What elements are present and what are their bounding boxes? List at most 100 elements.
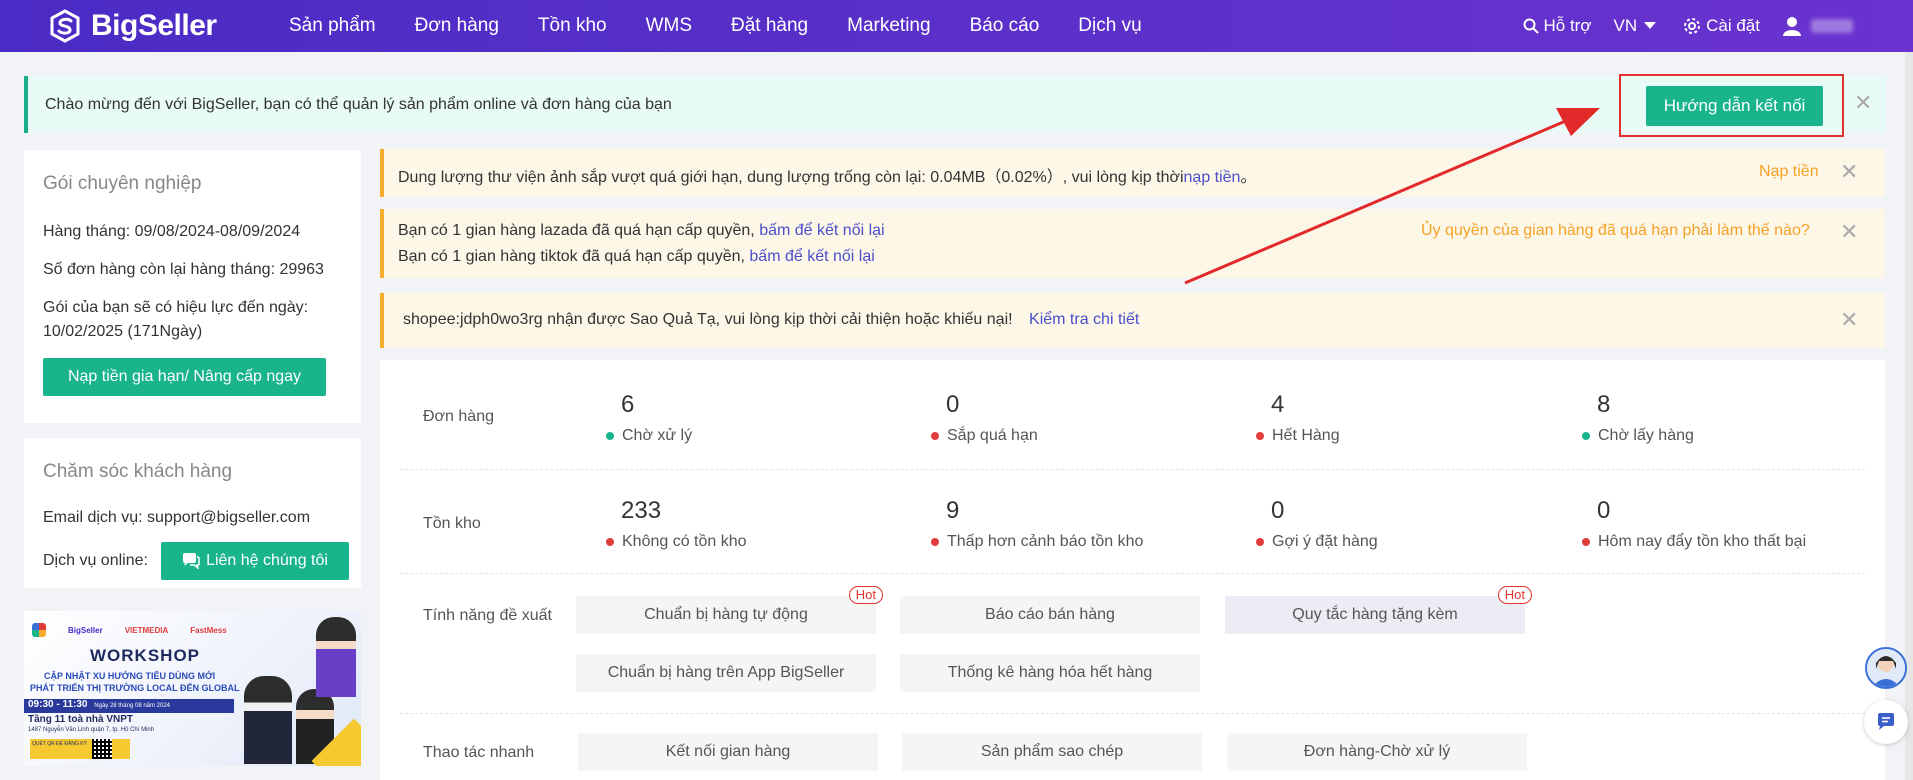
support-agent-avatar[interactable] — [1865, 647, 1907, 689]
inventory-reorder-label[interactable]: Gợi ý đặt hàng — [1256, 533, 1378, 551]
promo-logo-bigseller: BigSeller — [68, 626, 103, 635]
topup-inline-link[interactable]: nạp tiền — [1184, 169, 1241, 186]
plan-title: Gói chuyên nghiệp — [43, 173, 202, 194]
promo-register: QUÉT QR ĐỂ ĐĂNG KÝ — [32, 741, 87, 747]
orders-out-of-stock-text: Hết Hàng — [1272, 427, 1340, 444]
orders-awaiting-pickup-text: Chờ lấy hàng — [1598, 427, 1694, 444]
care-email: Email dịch vụ: support@bigseller.com — [43, 509, 311, 526]
qr-code-icon — [92, 739, 112, 759]
nav-item-reports[interactable]: Báo cáo — [970, 15, 1040, 37]
chat-widget-button[interactable] — [1864, 700, 1908, 744]
inventory-low-stock-count[interactable]: 9 — [946, 497, 959, 525]
orders-pending-count[interactable]: 6 — [621, 391, 634, 419]
gear-icon — [1684, 18, 1701, 34]
bigseller-logo[interactable]: BigSeller — [47, 8, 257, 44]
plan-remaining: Số đơn hàng còn lại hàng tháng: 29963 — [43, 261, 324, 278]
orders-near-due-count[interactable]: 0 — [946, 391, 959, 419]
inventory-no-stock-label[interactable]: Không có tồn kho — [606, 533, 747, 551]
close-icon[interactable]: ✕ — [1840, 222, 1858, 244]
nav-item-inventory[interactable]: Tồn kho — [538, 15, 607, 37]
brand-name: BigSeller — [91, 9, 217, 42]
nav-item-services[interactable]: Dịch vụ — [1078, 15, 1141, 37]
chat-icon — [183, 553, 200, 569]
orders-awaiting-pickup-count[interactable]: 8 — [1597, 391, 1610, 419]
orders-pending-label[interactable]: Chờ xử lý — [606, 427, 692, 445]
chat-bubble-icon — [1878, 713, 1894, 730]
feature-gift-rules[interactable]: Quy tắc hàng tặng kèm Hot — [1225, 586, 1532, 634]
care-online-label: Dịch vụ online: — [43, 552, 148, 569]
expired-auth-help-link[interactable]: Ủy quyền của gian hàng đã quá hạn phải l… — [1421, 222, 1810, 240]
contact-us-label: Liên hệ chúng tôi — [206, 552, 328, 569]
plan-monthly: Hàng tháng: 09/08/2024-08/09/2024 — [43, 223, 301, 240]
settings-link[interactable]: Cài đặt — [1683, 16, 1760, 36]
language-select[interactable]: VN — [1614, 16, 1662, 36]
inventory-reorder-text: Gợi ý đặt hàng — [1272, 533, 1378, 550]
close-icon[interactable]: ✕ — [1840, 310, 1858, 332]
feature-out-of-stock-stats[interactable]: Thống kê hàng hóa hết hàng — [900, 654, 1200, 692]
feature-sales-report[interactable]: Báo cáo bán hàng — [900, 596, 1200, 634]
quick-row-label: Thao tác nhanh — [423, 744, 535, 761]
close-icon[interactable]: ✕ — [1840, 162, 1858, 184]
nav-item-purchase[interactable]: Đặt hàng — [731, 15, 808, 37]
feature-app-prepare[interactable]: Chuẩn bị hàng trên App BigSeller — [576, 654, 876, 692]
care-title: Chăm sóc khách hàng — [43, 461, 233, 482]
inventory-no-stock-count[interactable]: 233 — [621, 497, 661, 525]
bigseller-logo-icon — [50, 9, 80, 43]
caret-down-icon — [1644, 22, 1657, 29]
quick-connect-store[interactable]: Kết nối gian hàng — [578, 733, 878, 771]
support-label: Hỗ trợ — [1543, 16, 1592, 35]
feature-gift-rules-label: Quy tắc hàng tặng kèm — [1292, 606, 1458, 623]
storage-alert: Dung lượng thư viện ảnh sắp vượt quá giớ… — [380, 149, 1885, 197]
speaker-photo-1 — [244, 676, 292, 764]
quick-copy-products[interactable]: Sản phẩm sao chép — [902, 733, 1202, 771]
view-details-link[interactable]: Kiểm tra chi tiết — [1029, 311, 1139, 328]
connect-guide-button[interactable]: Hướng dẫn kết nối — [1646, 86, 1823, 126]
workshop-promo-banner[interactable]: BigSeller VIETMEDIA FastMess WORKSHOP CẬ… — [24, 611, 361, 766]
tiktok-auth-line: Bạn có 1 gian hàng tiktok đã quá hạn cấp… — [398, 248, 875, 266]
shopee-alert-text: shopee:jdph0wo3rg nhận được Sao Quả Tạ, … — [403, 311, 1013, 328]
storage-message-end: 。 — [1240, 169, 1257, 186]
quick-connect-store-label: Kết nối gian hàng — [665, 743, 791, 760]
speaker-photo-3 — [316, 617, 356, 697]
customer-care-card: Chăm sóc khách hàng Email dịch vụ: suppo… — [24, 438, 361, 588]
inventory-row-label: Tồn kho — [423, 515, 481, 532]
quick-copy-products-label: Sản phẩm sao chép — [980, 743, 1124, 760]
status-dot — [931, 432, 939, 440]
renew-upgrade-button[interactable]: Nạp tiền gia hạn/ Nâng cấp ngay — [43, 358, 326, 396]
nav-item-marketing[interactable]: Marketing — [847, 15, 930, 37]
quick-pending-orders[interactable]: Đơn hàng-Chờ xử lý — [1227, 733, 1527, 771]
orders-near-due-label[interactable]: Sắp quá hạn — [931, 427, 1038, 445]
inventory-low-stock-text: Thấp hơn cảnh báo tồn kho — [947, 533, 1144, 550]
hot-badge: Hot — [1497, 586, 1532, 604]
plan-card: Gói chuyên nghiệp Hàng tháng: 09/08/2024… — [24, 150, 361, 423]
language-label: VN — [1613, 16, 1638, 35]
contact-us-button[interactable]: Liên hệ chúng tôi — [161, 542, 349, 580]
nav-item-orders[interactable]: Đơn hàng — [415, 15, 499, 37]
user-menu[interactable] — [1782, 16, 1853, 36]
support-link[interactable]: Hỗ trợ — [1523, 16, 1592, 36]
reconnect-lazada-link[interactable]: bấm để kết nối lại — [759, 222, 884, 239]
feature-auto-prepare[interactable]: Chuẩn bị hàng tự động Hot — [576, 586, 883, 634]
status-dot — [606, 538, 614, 546]
orders-out-of-stock-count[interactable]: 4 — [1271, 391, 1284, 419]
reconnect-tiktok-link[interactable]: bấm để kết nối lại — [749, 248, 874, 265]
settings-label: Cài đặt — [1706, 16, 1760, 35]
nav-item-wms[interactable]: WMS — [646, 15, 692, 37]
orders-row-label: Đơn hàng — [423, 408, 494, 425]
welcome-banner: Chào mừng đến với BigSeller, bạn có thể … — [24, 74, 1886, 137]
orders-out-of-stock-label[interactable]: Hết Hàng — [1256, 427, 1340, 445]
feature-out-of-stock-stats-label: Thống kê hàng hóa hết hàng — [947, 664, 1153, 681]
close-icon[interactable]: ✕ — [1854, 93, 1872, 115]
topup-link[interactable]: Nạp tiền — [1759, 163, 1819, 181]
orders-awaiting-pickup-label[interactable]: Chờ lấy hàng — [1582, 427, 1694, 445]
storage-message: Dung lượng thư viện ảnh sắp vượt quá giớ… — [398, 169, 1184, 186]
inventory-push-failed-count[interactable]: 0 — [1597, 497, 1610, 525]
inventory-push-failed-label[interactable]: Hôm nay đẩy tồn kho thất bại — [1582, 533, 1806, 551]
inventory-low-stock-label[interactable]: Thấp hơn cảnh báo tồn kho — [931, 533, 1143, 551]
nav-item-products[interactable]: Sản phẩm — [289, 15, 376, 37]
inventory-reorder-count[interactable]: 0 — [1271, 497, 1284, 525]
promo-logo-icon — [32, 623, 46, 637]
welcome-text: Chào mừng đến với BigSeller, bạn có thể … — [45, 95, 672, 113]
orders-pending-text: Chờ xử lý — [622, 427, 693, 444]
nav-right: Hỗ trợ VN Cài đặt — [1501, 0, 1853, 52]
